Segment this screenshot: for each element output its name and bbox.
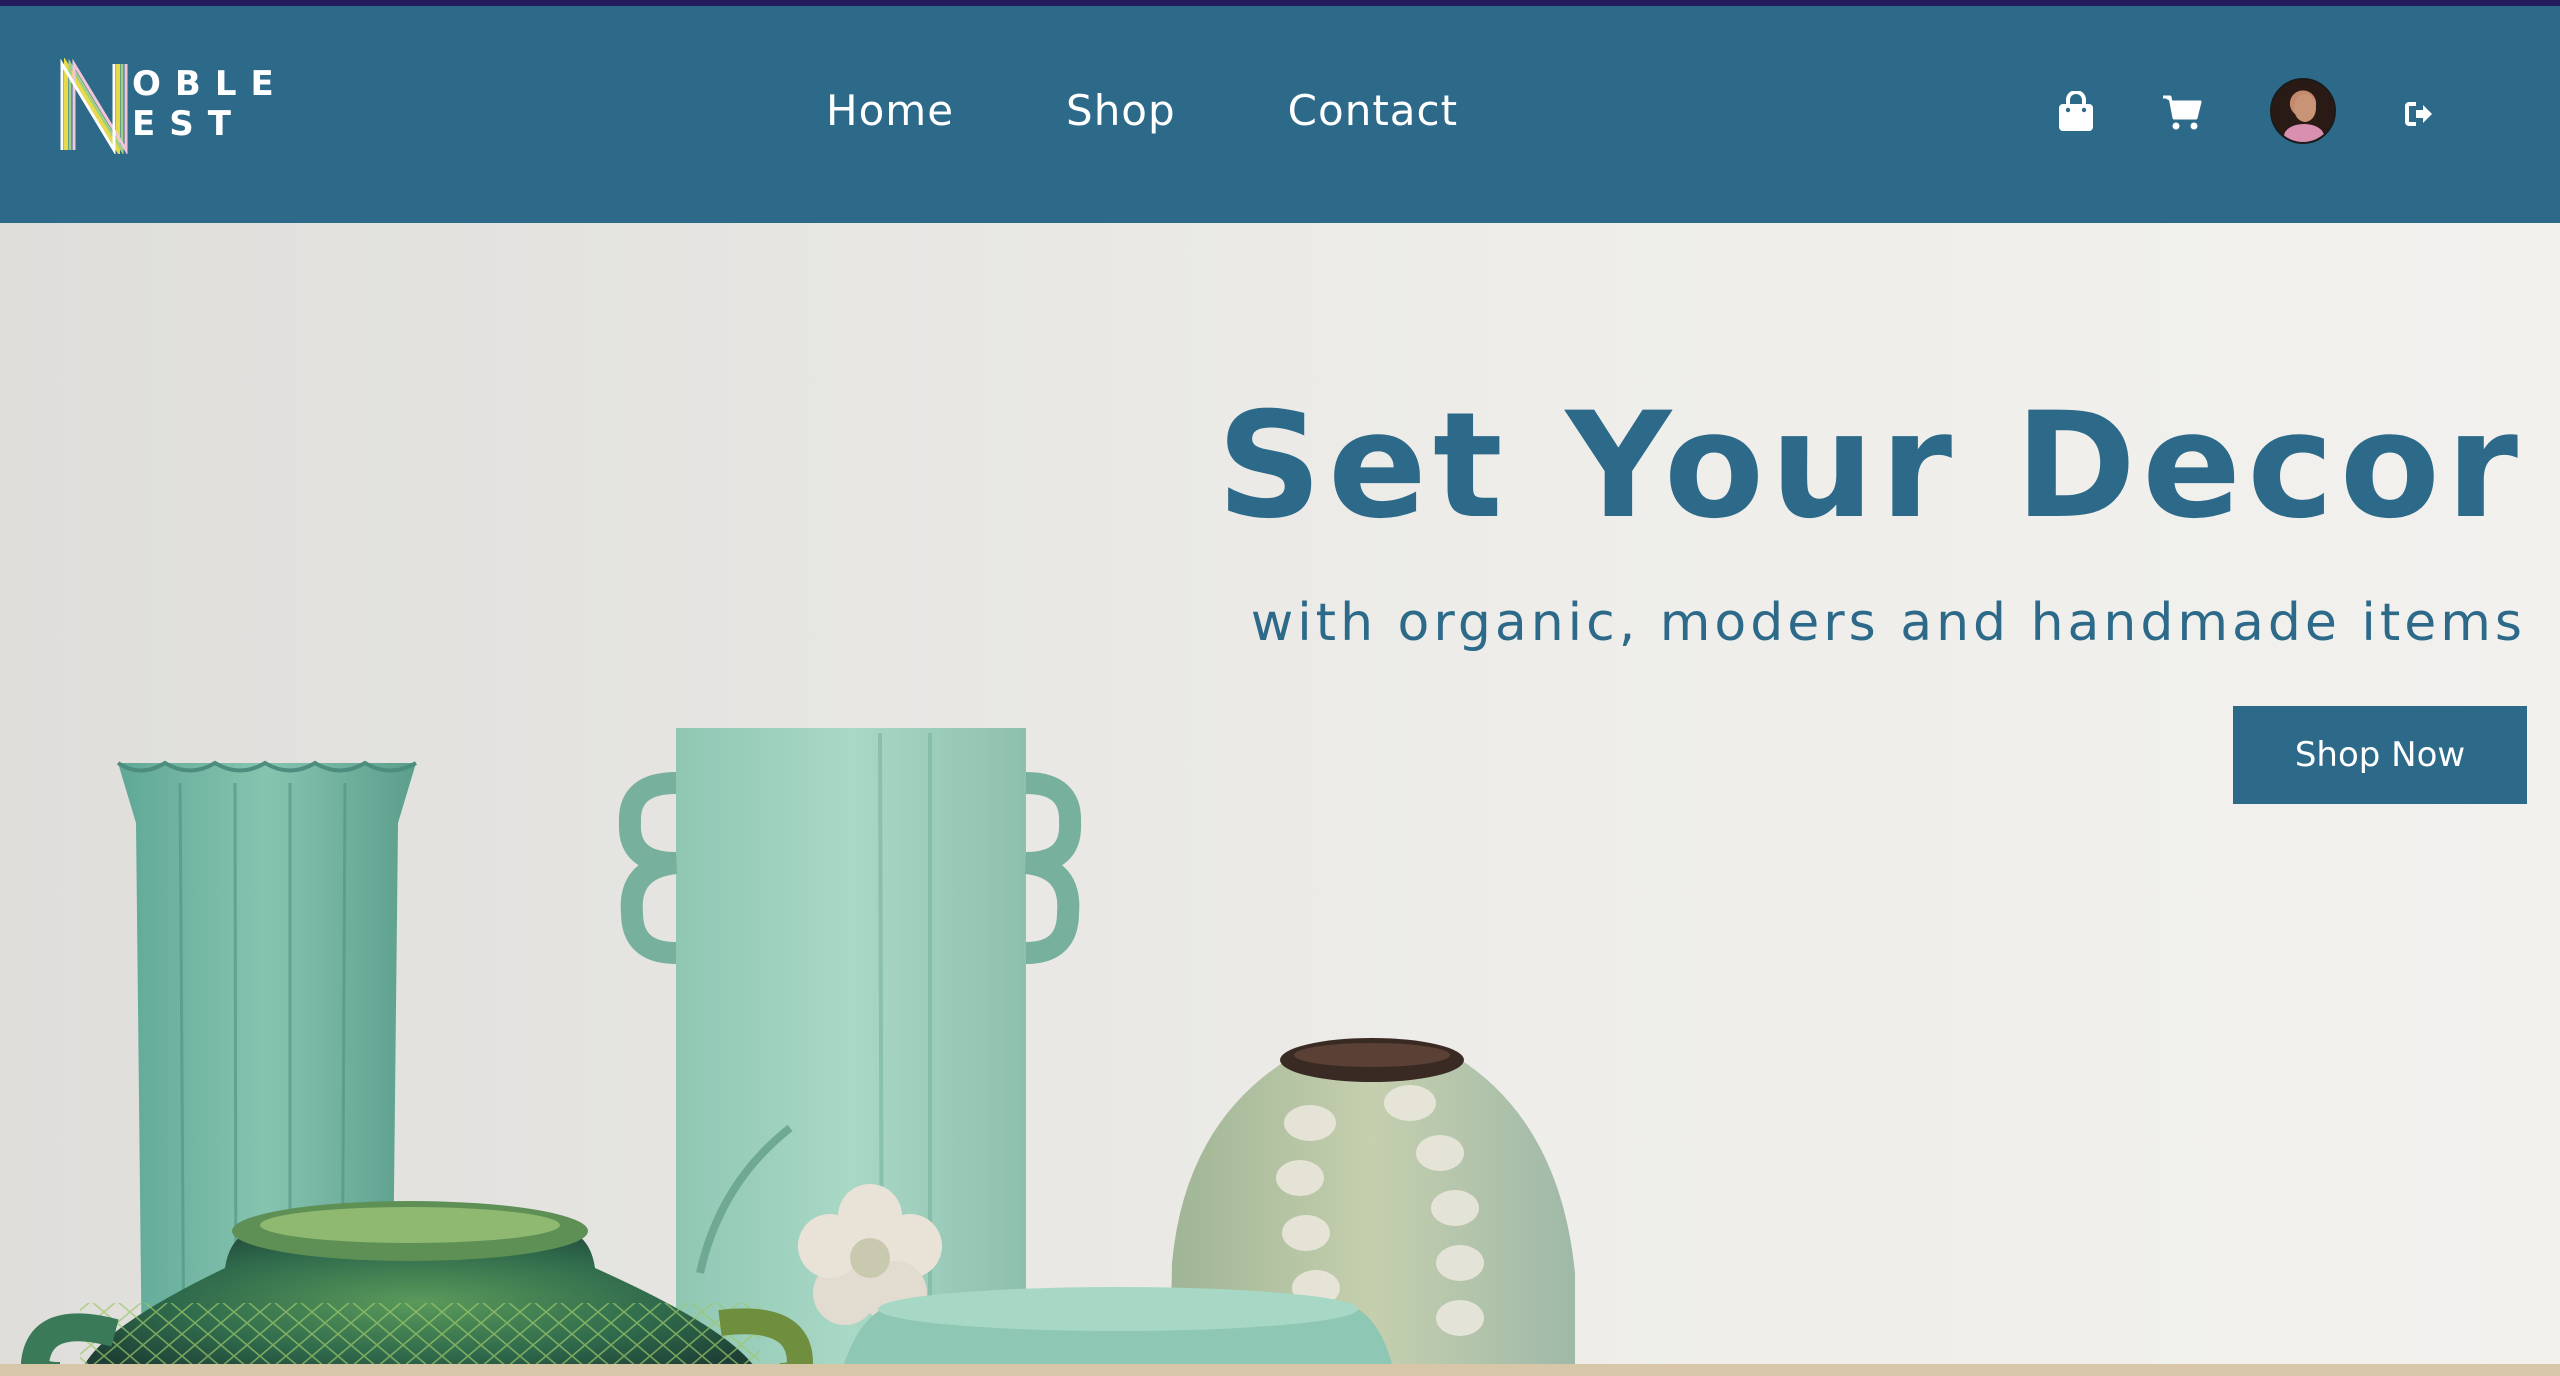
nav-shop-link[interactable]: Shop (1066, 86, 1176, 150)
navbar: OBLE EST Home Shop Contact (0, 6, 2560, 223)
user-avatar[interactable] (2270, 78, 2336, 144)
hero-title: Set Your Decor (1216, 381, 2524, 551)
logout-icon[interactable] (2395, 90, 2443, 138)
logo-text-line2: EST (132, 104, 245, 144)
hero-subtitle: with organic, moders and handmade items (1250, 593, 2526, 653)
shop-now-button[interactable]: Shop Now (2233, 706, 2527, 804)
brand-logo[interactable]: OBLE EST (60, 58, 280, 158)
avatar-face (2294, 94, 2316, 122)
avatar-shirt (2284, 124, 2324, 142)
shelf-edge (0, 1364, 2560, 1376)
cart-icon[interactable] (2158, 88, 2206, 136)
nav-home-link[interactable]: Home (826, 86, 954, 150)
logo-text-line1: OBLE (132, 64, 288, 104)
main-nav: Home Shop Contact (826, 86, 1458, 150)
logo-letter-n-icon (60, 58, 128, 154)
hero-section: Set Your Decor with organic, moders and … (0, 223, 2560, 1376)
shopping-bag-icon[interactable] (2052, 88, 2100, 136)
nav-contact-link[interactable]: Contact (1288, 86, 1458, 150)
